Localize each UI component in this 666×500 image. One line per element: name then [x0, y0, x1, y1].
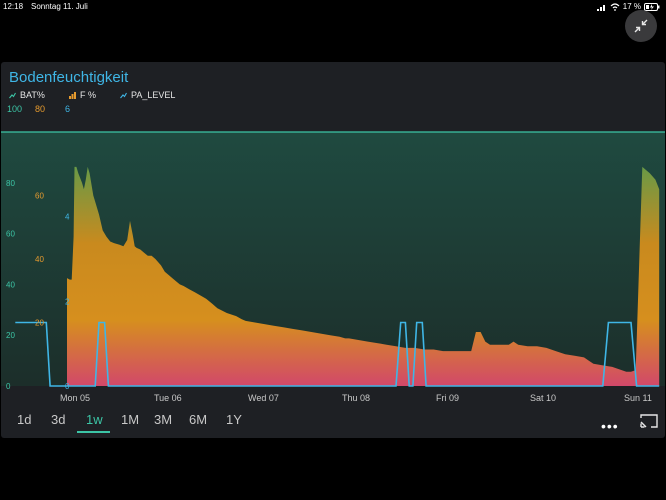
- y-tick-bat: 80: [6, 179, 15, 188]
- x-tick-label: Sun 11: [624, 393, 652, 403]
- y-tick-pa: 0: [65, 382, 70, 391]
- x-tick-label: Wed 07: [248, 393, 279, 403]
- y-tick-f: 20: [35, 319, 44, 328]
- signal-icon: [596, 3, 607, 11]
- collapse-arrows-icon: [634, 19, 648, 33]
- soil-moisture-chart[interactable]: 0 20 40 60 80 20 40 60 0 2 4 Mon 05 Tue 06 Wed 07 Thu …: [1, 62, 665, 408]
- x-tick-label: Fri 09: [436, 393, 459, 403]
- status-date: Sonntag 11. Juli: [31, 2, 88, 11]
- status-bar: 12:18 Sonntag 11. Juli 17 %: [0, 0, 666, 14]
- y-tick-bat: 20: [6, 331, 15, 340]
- y-tick-bat: 60: [6, 230, 15, 239]
- battery-charging-icon: [644, 2, 660, 11]
- status-right-group: 17 %: [596, 2, 660, 11]
- range-button-1Y[interactable]: 1Y: [226, 412, 242, 427]
- y-tick-f: 40: [35, 255, 44, 264]
- time-range-bar: ••• 1d 3d 1w 1M 3M 6M 1Y: [1, 408, 665, 438]
- status-time: 12:18: [3, 2, 24, 11]
- range-button-1w[interactable]: 1w: [86, 412, 103, 427]
- chart-widget: Bodenfeuchtigkeit BAT% F % PA_LEVEL 100 …: [1, 62, 665, 438]
- x-tick-label: Mon 05: [60, 393, 90, 403]
- y-tick-f: 60: [35, 192, 44, 201]
- active-range-underline: [77, 431, 110, 433]
- range-button-6M[interactable]: 6M: [189, 412, 207, 427]
- x-tick-label: Sat 10: [530, 393, 556, 403]
- y-tick-pa: 2: [65, 297, 70, 306]
- wifi-icon: [610, 2, 620, 11]
- y-tick-pa: 4: [65, 213, 70, 222]
- more-options-icon[interactable]: •••: [601, 418, 619, 434]
- y-tick-bat: 0: [6, 382, 11, 391]
- range-button-3M[interactable]: 3M: [154, 412, 172, 427]
- range-button-1M[interactable]: 1M: [121, 412, 139, 427]
- x-tick-label: Thu 08: [342, 393, 370, 403]
- range-button-1d[interactable]: 1d: [17, 412, 31, 427]
- collapse-button[interactable]: [625, 10, 657, 42]
- fullscreen-exit-icon[interactable]: [640, 414, 658, 428]
- x-tick-label: Tue 06: [154, 393, 182, 403]
- y-tick-bat: 40: [6, 280, 15, 289]
- range-button-3d[interactable]: 3d: [51, 412, 65, 427]
